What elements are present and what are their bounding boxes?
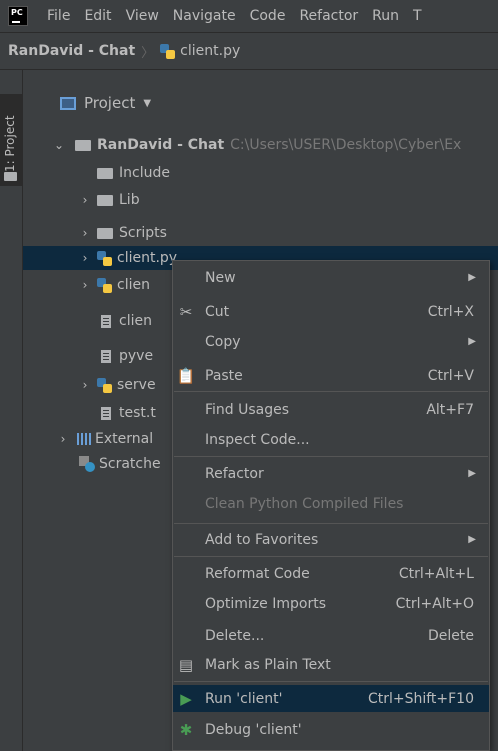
clipboard-icon: 📋: [176, 366, 196, 385]
breadcrumb-separator-icon: 〉: [141, 45, 155, 61]
tree-row-include[interactable]: Include: [23, 161, 498, 185]
menu-code[interactable]: Code: [243, 8, 293, 24]
menu-navigate[interactable]: Navigate: [166, 8, 243, 24]
chevron-right-icon[interactable]: ›: [57, 432, 69, 446]
chevron-down-icon[interactable]: ▼: [143, 98, 151, 109]
folder-icon: [4, 172, 17, 181]
menu-file[interactable]: File: [40, 8, 77, 24]
tree-row-root[interactable]: ⌄ RanDavid - Chat C:\Users\USER\Desktop\…: [23, 133, 498, 157]
menu-item-paste[interactable]: 📋 Paste Ctrl+V: [173, 362, 489, 389]
text-file-icon: [101, 406, 111, 420]
menu-item-mark-plain-text[interactable]: ▤ Mark as Plain Text: [173, 651, 489, 678]
chevron-right-icon[interactable]: ›: [79, 378, 91, 392]
menu-item-run-client[interactable]: ▶ Run 'client' Ctrl+Shift+F10: [173, 685, 489, 712]
breadcrumb-project[interactable]: RanDavid - Chat: [0, 43, 135, 59]
project-panel-header[interactable]: Project ▼: [23, 90, 151, 116]
tree-item-label: clien: [117, 277, 150, 293]
menu-edit[interactable]: Edit: [77, 8, 118, 24]
tree-row-scripts[interactable]: › Scripts: [23, 221, 498, 245]
tree-row-lib[interactable]: › Lib: [23, 188, 498, 212]
menu-item-reformat-code[interactable]: Reformat Code Ctrl+Alt+L: [173, 560, 489, 587]
bug-icon: ✱: [179, 720, 193, 739]
submenu-arrow-icon: ▶: [468, 336, 476, 347]
python-file-icon: [97, 277, 112, 293]
project-window-icon: [60, 96, 76, 110]
python-file-icon: [160, 43, 176, 59]
menu-item-copy[interactable]: Copy ▶: [173, 328, 489, 355]
python-file-icon: [97, 250, 112, 266]
text-file-icon: [101, 349, 111, 363]
tree-root-path: C:\Users\USER\Desktop\Cyber\Ex: [230, 137, 462, 153]
menu-separator: [174, 456, 488, 457]
tree-item-label: Scripts: [119, 225, 167, 241]
tree-item-label: test.t: [119, 405, 156, 421]
pycharm-logo-icon: PC: [8, 6, 28, 26]
scissors-icon: ✂: [179, 302, 193, 321]
menu-item-debug-client[interactable]: ✱ Debug 'client': [173, 716, 489, 743]
menu-item-inspect-code[interactable]: Inspect Code...: [173, 426, 489, 453]
chevron-right-icon[interactable]: ›: [79, 278, 91, 292]
project-tool-tab-label: 1: Project: [3, 115, 17, 172]
breadcrumb: RanDavid - Chat 〉 client.py: [0, 33, 498, 70]
breadcrumb-file-label: client.py: [180, 43, 241, 59]
menu-separator: [174, 681, 488, 682]
menu-item-new[interactable]: New ▶: [173, 264, 489, 291]
folder-icon: [97, 167, 113, 179]
play-icon: ▶: [180, 689, 192, 708]
plain-text-file-icon: ▤: [178, 655, 194, 674]
submenu-arrow-icon: ▶: [468, 468, 476, 479]
tree-item-label: Include: [119, 165, 170, 181]
menu-separator: [174, 556, 488, 557]
tree-item-label: client.py: [117, 250, 178, 266]
menu-item-find-usages[interactable]: Find Usages Alt+F7: [173, 396, 489, 423]
tree-item-label: pyve: [119, 348, 154, 364]
menu-item-clean-python: Clean Python Compiled Files: [205, 495, 404, 512]
text-file-icon: [101, 314, 111, 328]
tree-item-label: Lib: [119, 192, 140, 208]
menu-item-refactor[interactable]: Refactor ▶: [173, 460, 489, 487]
menu-refactor[interactable]: Refactor: [292, 8, 365, 24]
left-tool-strip: 1: Project: [0, 70, 23, 751]
chevron-down-icon[interactable]: ⌄: [53, 138, 65, 152]
folder-icon: [75, 139, 91, 151]
tree-item-label: serve: [117, 377, 156, 393]
chevron-right-icon[interactable]: ›: [79, 226, 91, 240]
tree-root-label: RanDavid - Chat: [97, 137, 225, 153]
python-file-icon: [97, 377, 112, 393]
menu-item-delete[interactable]: Delete... Delete: [173, 622, 489, 649]
menu-item-cut[interactable]: ✂ Cut Ctrl+X: [173, 298, 489, 325]
library-icon: [77, 433, 91, 445]
tree-item-label: clien: [119, 313, 152, 329]
breadcrumb-file[interactable]: client.py: [160, 43, 240, 59]
menu-item-optimize-imports[interactable]: Optimize Imports Ctrl+Alt+O: [173, 590, 489, 617]
menu-item-add-favorites[interactable]: Add to Favorites ▶: [173, 526, 489, 553]
folder-icon: [97, 194, 113, 206]
menu-bar: PC File Edit View Navigate Code Refactor…: [0, 0, 498, 33]
context-menu: New ▶ ✂ Cut Ctrl+X Copy ▶ 📋 Paste Ctrl+V…: [172, 260, 490, 751]
project-panel-title: Project: [84, 94, 136, 112]
menu-run[interactable]: Run: [365, 8, 406, 24]
menu-tools[interactable]: T: [406, 8, 429, 24]
tree-item-label: External: [95, 431, 154, 447]
chevron-right-icon[interactable]: ›: [79, 193, 91, 207]
menu-separator: [174, 391, 488, 392]
chevron-right-icon[interactable]: ›: [79, 251, 91, 265]
tree-item-label: Scratche: [99, 456, 161, 472]
folder-icon: [97, 227, 113, 239]
menu-view[interactable]: View: [119, 8, 166, 24]
submenu-arrow-icon: ▶: [468, 272, 476, 283]
menu-separator: [174, 523, 488, 524]
scratches-icon: [79, 456, 95, 472]
submenu-arrow-icon: ▶: [468, 534, 476, 545]
